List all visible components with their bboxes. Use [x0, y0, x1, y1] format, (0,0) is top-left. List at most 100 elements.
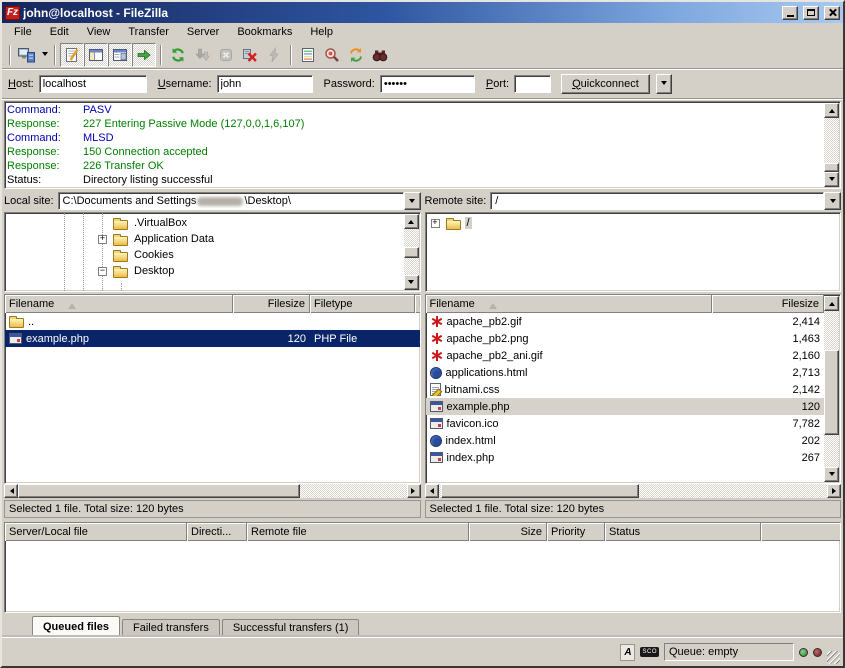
- site-manager-button[interactable]: [15, 43, 39, 67]
- menu-server[interactable]: Server: [178, 24, 228, 40]
- menu-transfer[interactable]: Transfer: [119, 24, 178, 40]
- disconnect-button[interactable]: [238, 43, 262, 67]
- minimize-button[interactable]: [782, 6, 798, 20]
- data-type-indicator[interactable]: A: [620, 644, 635, 661]
- scroll-right-button[interactable]: [407, 484, 421, 498]
- remote-path[interactable]: /: [490, 192, 824, 210]
- file-row[interactable]: apache_pb2.gif 2,414: [426, 313, 825, 330]
- menu-help[interactable]: Help: [301, 24, 342, 40]
- column-header-filesize[interactable]: Filesize: [712, 295, 825, 313]
- scroll-down-button[interactable]: [824, 172, 839, 187]
- scroll-down-button[interactable]: [824, 467, 839, 482]
- remote-tree-icon: [112, 47, 128, 63]
- file-row-selected[interactable]: example.php 120: [426, 398, 825, 415]
- resize-grip[interactable]: [827, 651, 840, 664]
- tab-queued-files[interactable]: Queued files: [32, 616, 120, 637]
- menu-file[interactable]: File: [5, 24, 41, 40]
- log-scrollbar[interactable]: [824, 103, 839, 187]
- remote-list-scrollbar[interactable]: [824, 296, 839, 482]
- local-site-combo[interactable]: C:\Documents and Settings\Desktop\: [58, 192, 421, 210]
- column-header-filetype[interactable]: Filetype: [310, 295, 415, 313]
- remote-site-combo[interactable]: /: [490, 192, 841, 210]
- speed-limit-indicator[interactable]: SCO: [640, 647, 659, 657]
- local-tree-scrollbar[interactable]: [404, 214, 419, 290]
- password-input[interactable]: [380, 75, 475, 93]
- log-label: Response:: [7, 145, 83, 159]
- maximize-button[interactable]: [803, 6, 819, 20]
- find-files-button[interactable]: [368, 43, 392, 67]
- refresh-button[interactable]: [166, 43, 190, 67]
- file-row[interactable]: favicon.ico 7,782: [426, 415, 825, 432]
- scroll-thumb[interactable]: [824, 163, 839, 172]
- column-header-last-modified[interactable]: L: [415, 295, 421, 313]
- scroll-thumb[interactable]: [441, 484, 639, 498]
- filter-button[interactable]: [296, 43, 320, 67]
- toggle-queue-button[interactable]: [132, 43, 156, 67]
- local-path[interactable]: C:\Documents and Settings\Desktop\: [58, 192, 404, 210]
- file-row[interactable]: bitnami.css 2,142: [426, 381, 825, 398]
- scroll-thumb[interactable]: [404, 247, 419, 258]
- scroll-left-button[interactable]: [4, 484, 18, 498]
- remote-path-dropdown[interactable]: [824, 192, 841, 210]
- directory-comparison-button[interactable]: [320, 43, 344, 67]
- local-path-dropdown[interactable]: [404, 192, 421, 210]
- local-hscrollbar[interactable]: [4, 484, 421, 498]
- host-input[interactable]: [39, 75, 147, 93]
- file-size: 1,463: [792, 333, 820, 345]
- scroll-thumb[interactable]: [18, 484, 300, 498]
- file-row[interactable]: index.html 202: [426, 432, 825, 449]
- menu-view[interactable]: View: [78, 24, 120, 40]
- port-input[interactable]: [514, 75, 551, 93]
- scroll-right-button[interactable]: [827, 484, 841, 498]
- column-header-server-local-file[interactable]: Server/Local file: [5, 523, 187, 541]
- column-header-filename[interactable]: Filename: [5, 295, 233, 313]
- synchronized-browsing-button[interactable]: [344, 43, 368, 67]
- toggle-remote-tree-button[interactable]: [108, 43, 132, 67]
- column-header-status[interactable]: Status: [605, 523, 761, 541]
- column-header-priority[interactable]: Priority: [547, 523, 605, 541]
- collapse-minus-icon[interactable]: −: [98, 267, 107, 276]
- tree-item-cookies[interactable]: Cookies: [5, 247, 420, 263]
- quickconnect-button[interactable]: Quickconnect: [561, 74, 650, 94]
- tree-item-application-data[interactable]: +Application Data: [5, 231, 420, 247]
- menu-bookmarks[interactable]: Bookmarks: [228, 24, 301, 40]
- column-header-filename[interactable]: Filename: [426, 295, 712, 313]
- file-row[interactable]: applications.html 2,713: [426, 364, 825, 381]
- scroll-up-button[interactable]: [824, 103, 839, 118]
- column-header-size[interactable]: Size: [469, 523, 547, 541]
- remote-hscrollbar[interactable]: [425, 484, 842, 498]
- scroll-up-button[interactable]: [404, 214, 419, 229]
- scroll-left-button[interactable]: [425, 484, 439, 498]
- tree-item-desktop[interactable]: −Desktop: [5, 263, 420, 279]
- scroll-up-button[interactable]: [824, 296, 839, 311]
- expand-plus-icon[interactable]: +: [431, 219, 440, 228]
- tree-item-virtualbox[interactable]: .VirtualBox: [5, 215, 420, 231]
- file-row[interactable]: apache_pb2_ani.gif 2,160: [426, 347, 825, 364]
- file-row-parent-dir[interactable]: ..: [5, 313, 420, 330]
- menu-edit[interactable]: Edit: [41, 24, 78, 40]
- expand-plus-icon[interactable]: +: [98, 235, 107, 244]
- scroll-down-button[interactable]: [404, 275, 419, 290]
- toggle-message-log-button[interactable]: [60, 43, 84, 67]
- cancel-operation-button[interactable]: [214, 43, 238, 67]
- tab-successful-transfers[interactable]: Successful transfers (1): [222, 619, 360, 637]
- filezilla-logo-icon: Fz: [5, 6, 20, 20]
- local-list-header: Filename Filesize Filetype L: [5, 295, 420, 313]
- reconnect-button[interactable]: [262, 43, 286, 67]
- quickconnect-dropdown[interactable]: [656, 74, 672, 94]
- site-manager-dropdown[interactable]: [39, 43, 50, 67]
- scroll-thumb[interactable]: [824, 350, 839, 435]
- column-header-remote-file[interactable]: Remote file: [247, 523, 469, 541]
- file-row[interactable]: index.php 267: [426, 449, 825, 466]
- file-row-example-php[interactable]: example.php 120 PHP File 1: [5, 330, 420, 347]
- process-queue-button[interactable]: [190, 43, 214, 67]
- file-row[interactable]: apache_pb2.png 1,463: [426, 330, 825, 347]
- tree-item-root[interactable]: +/: [426, 215, 841, 231]
- column-header-filesize[interactable]: Filesize: [233, 295, 310, 313]
- username-input[interactable]: [217, 75, 313, 93]
- tab-failed-transfers[interactable]: Failed transfers: [122, 619, 220, 637]
- close-button[interactable]: [824, 6, 840, 20]
- column-header-direction[interactable]: Directi...: [187, 523, 247, 541]
- toggle-local-tree-button[interactable]: [84, 43, 108, 67]
- reconnect-icon: [266, 47, 282, 63]
